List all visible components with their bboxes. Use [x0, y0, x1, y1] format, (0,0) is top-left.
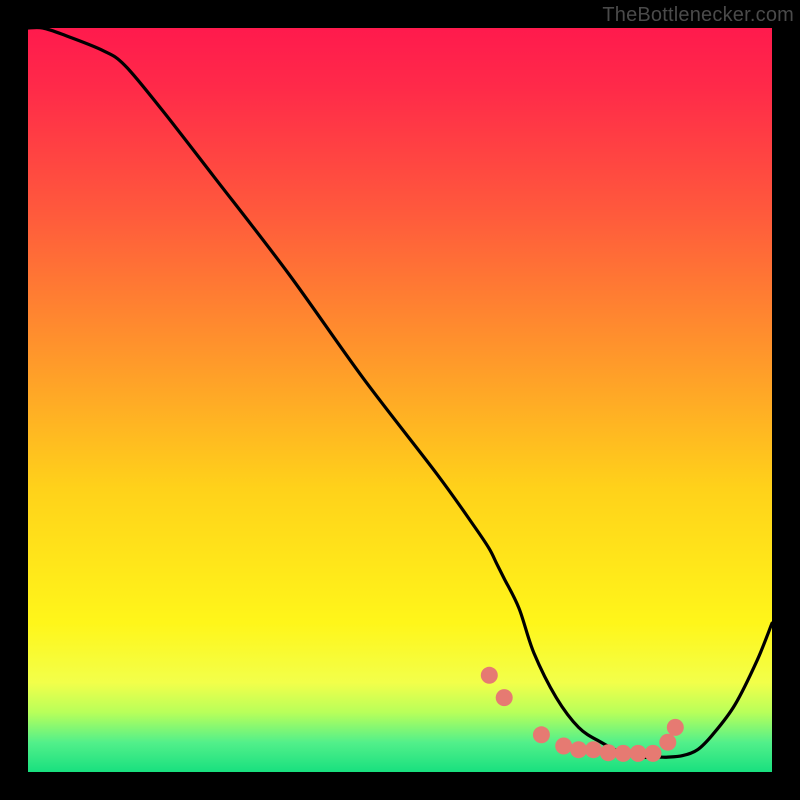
attribution-label: TheBottlenecker.com: [602, 4, 794, 27]
marker-point: [496, 689, 513, 706]
marker-point: [615, 745, 632, 762]
chart-frame: TheBottlenecker.com: [0, 0, 800, 800]
marker-point: [600, 744, 617, 761]
marker-point: [481, 667, 498, 684]
bottleneck-curve: [28, 27, 772, 757]
marker-point: [533, 726, 550, 743]
curve-markers: [481, 667, 684, 762]
marker-point: [659, 734, 676, 751]
marker-point: [667, 719, 684, 736]
marker-point: [555, 738, 572, 755]
marker-point: [630, 745, 647, 762]
chart-overlay: [28, 28, 772, 772]
plot-area: [28, 28, 772, 772]
marker-point: [585, 741, 602, 758]
marker-point: [645, 745, 662, 762]
marker-point: [570, 741, 587, 758]
